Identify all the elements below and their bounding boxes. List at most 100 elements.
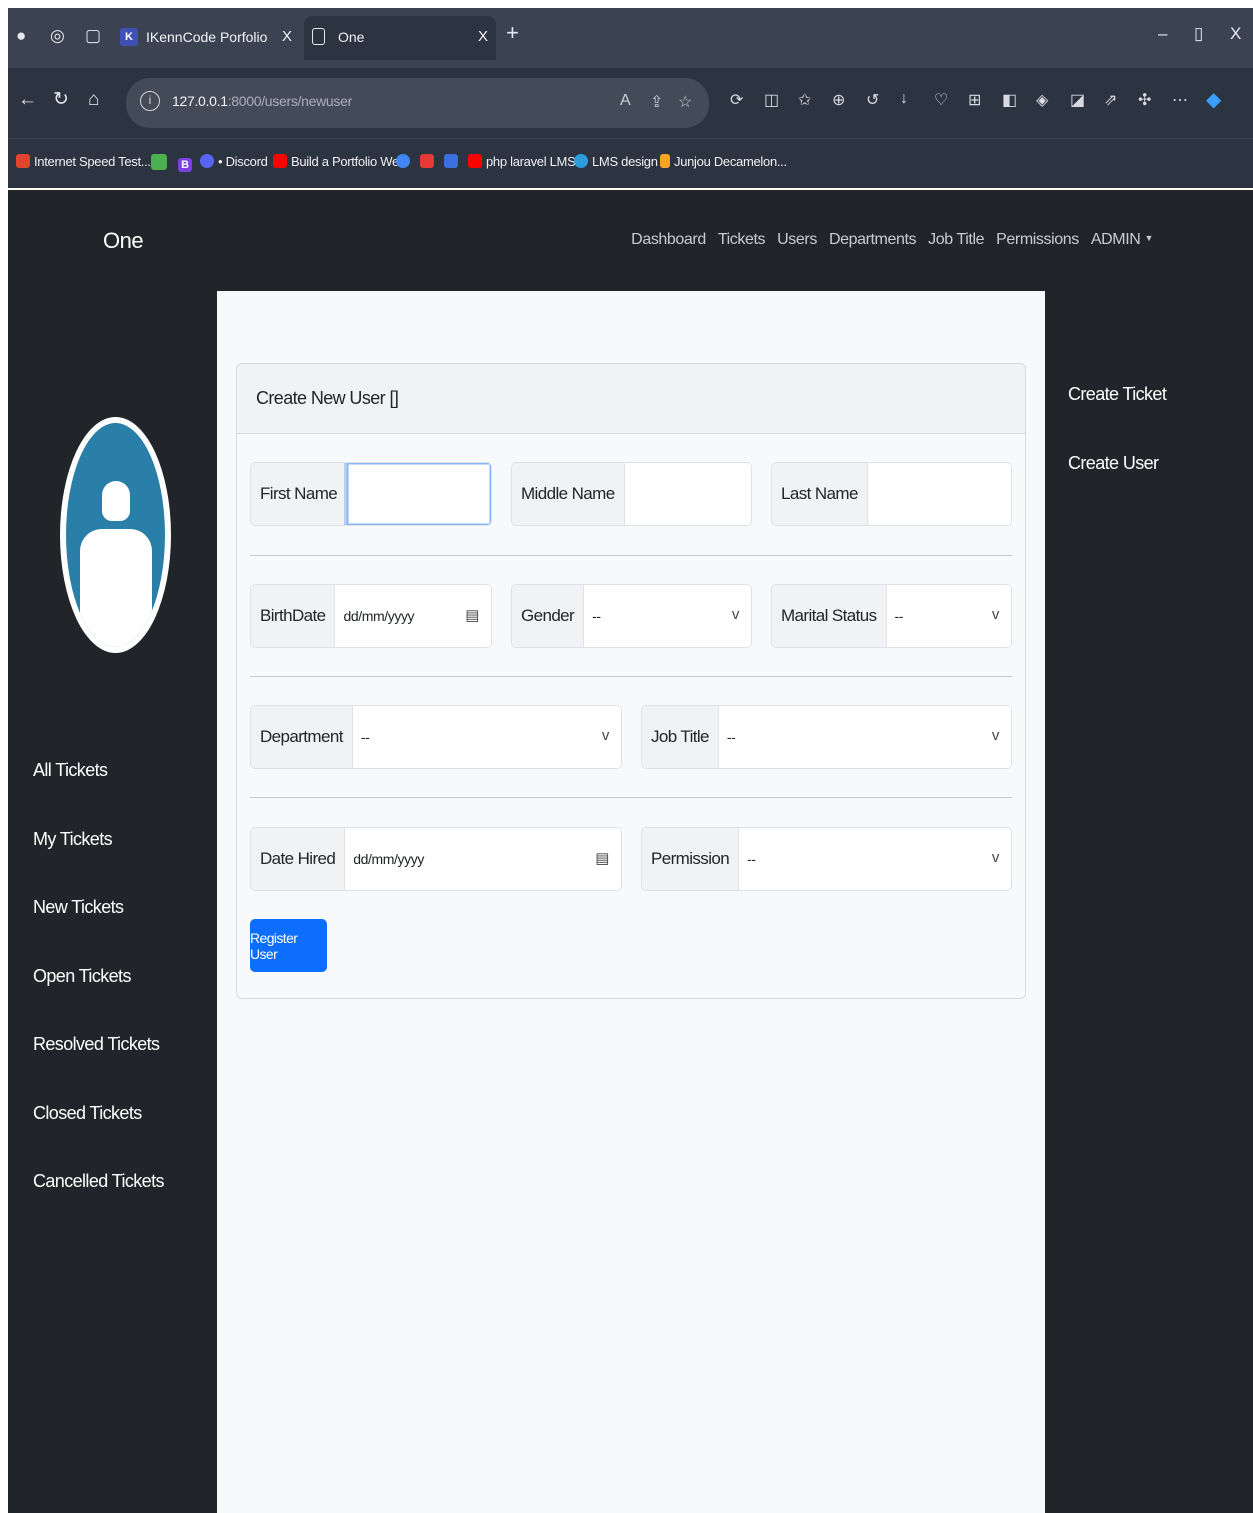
create-ticket-link[interactable]: Create Ticket bbox=[1068, 384, 1167, 453]
first-name-group: First Name bbox=[250, 462, 492, 526]
department-label: Department bbox=[251, 706, 353, 768]
nav-users[interactable]: Users bbox=[777, 231, 817, 249]
site-info-icon[interactable]: i bbox=[140, 91, 160, 111]
permission-group: Permission -- v bbox=[641, 827, 1012, 891]
bookmark-b[interactable]: B bbox=[178, 154, 196, 172]
url-text[interactable]: 127.0.0.1:8000/users/newuser bbox=[172, 93, 352, 109]
sidebar-item-cancelled-tickets[interactable]: Cancelled Tickets bbox=[33, 1171, 164, 1240]
browser-essentials-icon[interactable]: ◈ bbox=[1036, 90, 1048, 110]
sidebar-item-new-tickets[interactable]: New Tickets bbox=[33, 897, 164, 966]
close-window-button[interactable]: X bbox=[1230, 24, 1241, 44]
sidebar-item-my-tickets[interactable]: My Tickets bbox=[33, 829, 164, 898]
department-select[interactable]: -- v bbox=[352, 706, 621, 768]
marital-status-group: Marital Status -- v bbox=[771, 584, 1012, 648]
department-group: Department -- v bbox=[250, 705, 622, 769]
marital-status-select[interactable]: -- v bbox=[886, 585, 1011, 647]
middle-name-label: Middle Name bbox=[512, 463, 625, 525]
new-tab-button[interactable]: + bbox=[506, 21, 519, 45]
job-title-select[interactable]: -- v bbox=[718, 706, 1011, 768]
extension-icon[interactable]: ⟳ bbox=[730, 90, 743, 110]
gender-value: -- bbox=[592, 608, 601, 624]
last-name-field[interactable] bbox=[867, 463, 1011, 525]
admin-dropdown[interactable]: ADMIN ▼ bbox=[1091, 231, 1154, 249]
date-hired-input[interactable]: dd/mm/yyyy ▤ bbox=[345, 828, 621, 890]
favorite-star-icon[interactable]: ☆ bbox=[678, 92, 692, 112]
calendar-icon[interactable]: ▤ bbox=[595, 849, 609, 867]
calendar-icon[interactable]: ▤ bbox=[465, 606, 479, 624]
gender-select[interactable]: -- v bbox=[584, 585, 751, 647]
bookmark-label: php laravel LMS bbox=[486, 154, 576, 169]
edge-bar-icon[interactable]: ◧ bbox=[1002, 90, 1017, 110]
google-icon bbox=[396, 154, 410, 168]
bookmark-speed-test[interactable]: Internet Speed Test... bbox=[16, 154, 151, 169]
profile-avatar-icon[interactable]: ● bbox=[16, 24, 26, 48]
back-arrow-icon[interactable]: ← bbox=[18, 88, 37, 112]
copilot-icon[interactable]: ◆ bbox=[1206, 87, 1221, 112]
more-menu-icon[interactable]: ⋯ bbox=[1172, 90, 1188, 110]
lms-design-icon bbox=[574, 154, 588, 168]
main-content: Create New User [] First Name Middle Nam… bbox=[217, 291, 1045, 1513]
bookmark-lms-design[interactable]: LMS design bbox=[574, 154, 658, 169]
tab-actions-icon[interactable]: ▢ bbox=[85, 24, 101, 48]
first-name-label: First Name bbox=[251, 463, 348, 525]
app-brand[interactable]: One bbox=[103, 228, 144, 254]
share-icon[interactable]: ⇪ bbox=[650, 92, 663, 112]
share-page-icon[interactable]: ⇗ bbox=[1104, 90, 1117, 110]
first-name-field[interactable] bbox=[347, 463, 491, 525]
date-hired-group: Date Hired dd/mm/yyyy ▤ bbox=[250, 827, 622, 891]
refresh-icon[interactable]: ↻ bbox=[53, 88, 69, 112]
tab-close-icon[interactable]: X bbox=[478, 28, 488, 45]
sidebar-item-open-tickets[interactable]: Open Tickets bbox=[33, 966, 164, 1035]
performance-icon[interactable]: ♡ bbox=[934, 90, 948, 110]
tab-ikenncode[interactable]: K IKennCode Porfolio X bbox=[112, 16, 300, 60]
permission-select[interactable]: -- v bbox=[739, 828, 1011, 890]
middle-name-input[interactable] bbox=[632, 463, 751, 525]
middle-name-group: Middle Name bbox=[511, 462, 752, 526]
apps-icon[interactable]: ⊞ bbox=[968, 90, 981, 110]
bookmark-google[interactable] bbox=[396, 154, 414, 169]
workspaces-icon[interactable]: ◎ bbox=[50, 24, 65, 48]
split-screen-icon[interactable]: ◫ bbox=[764, 90, 779, 110]
sidebar-item-resolved-tickets[interactable]: Resolved Tickets bbox=[33, 1034, 164, 1103]
history-icon[interactable]: ↺ bbox=[866, 90, 879, 110]
chevron-down-icon: v bbox=[601, 727, 610, 744]
middle-name-field[interactable] bbox=[624, 463, 751, 525]
tab-one[interactable]: One X bbox=[304, 16, 496, 60]
nav-dashboard[interactable]: Dashboard bbox=[631, 231, 706, 249]
download-icon[interactable]: ↓ bbox=[900, 90, 908, 108]
feedback-icon[interactable]: ◪ bbox=[1070, 90, 1085, 110]
address-bar[interactable]: i 127.0.0.1:8000/users/newuser A ⇪ ☆ bbox=[126, 78, 709, 128]
bookmark-label: Internet Speed Test... bbox=[34, 154, 151, 169]
tab-close-icon[interactable]: X bbox=[282, 28, 292, 45]
create-user-link[interactable]: Create User bbox=[1068, 453, 1166, 522]
minimize-button[interactable]: – bbox=[1158, 24, 1167, 44]
register-user-button[interactable]: Register User bbox=[250, 919, 327, 972]
home-icon[interactable]: ⌂ bbox=[88, 88, 99, 112]
page-icon bbox=[312, 28, 325, 45]
bookmark-green[interactable] bbox=[151, 154, 171, 171]
sidebar-item-closed-tickets[interactable]: Closed Tickets bbox=[33, 1103, 164, 1172]
create-user-card: Create New User [] First Name Middle Nam… bbox=[236, 363, 1026, 999]
bookmark-php-laravel[interactable]: php laravel LMS bbox=[468, 154, 576, 169]
nav-departments[interactable]: Departments bbox=[829, 231, 917, 249]
nav-permissions[interactable]: Permissions bbox=[996, 231, 1079, 249]
first-name-input[interactable] bbox=[355, 463, 491, 525]
read-aloud-icon[interactable]: A bbox=[620, 92, 631, 110]
extensions-puzzle-icon[interactable]: ✣ bbox=[1138, 90, 1151, 110]
nav-job-title[interactable]: Job Title bbox=[928, 231, 984, 249]
bookmark-portfolio[interactable]: Build a Portfolio We... bbox=[273, 154, 409, 169]
bookmark-blue[interactable] bbox=[444, 154, 462, 169]
bookmark-red[interactable] bbox=[420, 154, 438, 169]
sidebar-item-all-tickets[interactable]: All Tickets bbox=[33, 760, 164, 829]
restore-button[interactable]: ▯ bbox=[1194, 24, 1203, 44]
youtube-icon bbox=[273, 154, 287, 168]
last-name-input[interactable] bbox=[875, 463, 1011, 525]
marital-status-label: Marital Status bbox=[772, 585, 887, 647]
collections-icon[interactable]: ⊕ bbox=[832, 90, 845, 110]
nav-tickets[interactable]: Tickets bbox=[718, 231, 766, 249]
bookmark-label: LMS design bbox=[592, 154, 658, 169]
favorites-icon[interactable]: ✩ bbox=[798, 90, 811, 110]
bookmark-discord[interactable]: • Discord bbox=[200, 154, 268, 169]
bookmark-junjou[interactable]: Junjou Decamelon... bbox=[660, 154, 787, 169]
birthdate-input[interactable]: dd/mm/yyyy ▤ bbox=[335, 585, 491, 647]
